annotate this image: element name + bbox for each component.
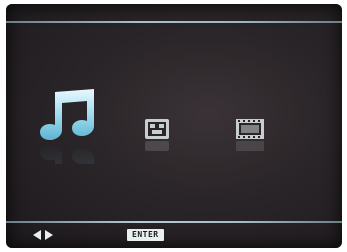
- music-note-icon: [40, 89, 94, 164]
- media-menu-screen: ENTER: [6, 4, 342, 248]
- photo-icon: [145, 119, 169, 151]
- film-strip-icon: [236, 119, 264, 151]
- menu-item-photo[interactable]: [143, 117, 171, 157]
- menu-item-movie[interactable]: [235, 117, 265, 157]
- enter-key-hint: ENTER: [127, 229, 164, 241]
- top-divider: [6, 21, 342, 23]
- menu-item-music[interactable]: [36, 86, 96, 164]
- footer-bar: ENTER: [6, 226, 342, 248]
- left-right-arrows-icon: [33, 230, 53, 240]
- bottom-divider: [6, 221, 342, 223]
